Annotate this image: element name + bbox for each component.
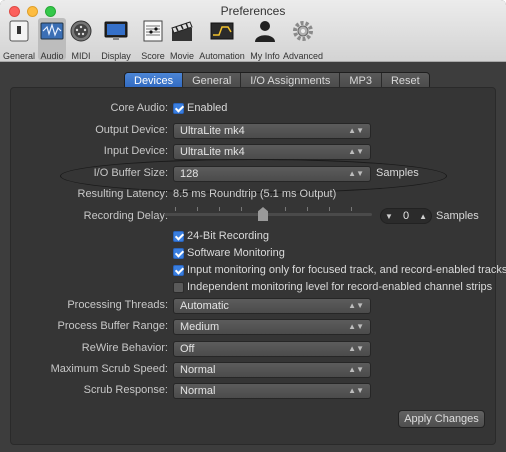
window-title: Preferences <box>220 4 286 18</box>
toolbar-item-display[interactable]: Display <box>96 18 136 61</box>
output-device-label: Output Device: <box>95 124 168 136</box>
recording-delay-slider[interactable] <box>164 213 372 216</box>
latency-value: 8.5 ms Roundtrip (5.1 ms Output) <box>173 188 337 200</box>
toolbar-item-automation[interactable]: Automation <box>196 18 248 61</box>
preferences-window: Preferences General Audio MIDI Display S… <box>0 0 506 452</box>
popup-arrows-icon: ▲▼ <box>348 126 364 135</box>
toolbar-label: MIDI <box>71 51 91 61</box>
popup-arrows-icon: ▲▼ <box>348 344 364 353</box>
popup-arrows-icon: ▲▼ <box>348 169 364 178</box>
core-audio-checkbox[interactable] <box>173 103 184 114</box>
independent-monitoring-label: Independent monitoring level for record-… <box>187 281 493 293</box>
display-icon <box>104 21 128 40</box>
slider-tick <box>175 207 176 211</box>
my-info-icon <box>255 21 275 42</box>
process-buffer-label: Process Buffer Range: <box>57 320 168 332</box>
toolbar-item-midi[interactable]: MIDI <box>68 18 94 61</box>
input-device-value: UltraLite mk4 <box>180 146 245 158</box>
processing-threads-value: Automatic <box>180 300 229 312</box>
scrub-response-value: Normal <box>180 385 216 397</box>
slider-tick <box>285 207 286 211</box>
max-scrub-value: Normal <box>180 364 216 376</box>
toolbar-item-advanced[interactable]: Advanced <box>282 18 324 61</box>
toolbar-label: Audio <box>40 51 64 61</box>
toolbar-label: Advanced <box>282 51 324 61</box>
automation-icon <box>210 22 234 40</box>
slider-tick <box>329 207 330 211</box>
buffer-size-label: I/O Buffer Size: <box>93 167 168 179</box>
input-monitoring-label: Input monitoring only for focused track,… <box>187 264 506 276</box>
input-device-label: Input Device: <box>103 145 168 157</box>
input-device-popup[interactable]: UltraLite mk4 ▲▼ <box>173 144 371 160</box>
24-bit-recording-checkbox[interactable] <box>173 231 184 242</box>
buffer-size-unit: Samples <box>376 167 419 179</box>
processing-threads-popup[interactable]: Automatic ▲▼ <box>173 298 371 314</box>
slider-tick <box>307 207 308 211</box>
scrub-response-label: Scrub Response: <box>83 384 168 396</box>
toolbar-item-audio[interactable]: Audio <box>38 18 66 61</box>
process-buffer-value: Medium <box>180 321 220 333</box>
independent-monitoring-checkbox[interactable] <box>173 282 184 293</box>
max-scrub-popup[interactable]: Normal ▲▼ <box>173 362 371 378</box>
buffer-size-value: 128 <box>180 168 199 180</box>
max-scrub-label: Maximum Scrub Speed: <box>50 363 168 375</box>
toolbar-item-movie[interactable]: Movie <box>168 18 196 61</box>
popup-arrows-icon: ▲▼ <box>348 386 364 395</box>
rewire-popup[interactable]: Off ▲▼ <box>173 341 371 357</box>
popup-arrows-icon: ▲▼ <box>348 365 364 374</box>
recording-delay-label: Recording Delay: <box>83 210 168 222</box>
core-audio-label: Core Audio: <box>110 102 168 114</box>
toolbar-label: Automation <box>199 51 245 61</box>
slider-tick <box>219 207 220 211</box>
buffer-size-popup[interactable]: 128 ▲▼ <box>173 166 371 182</box>
processing-threads-label: Processing Threads: <box>67 299 168 311</box>
preferences-content: Devices General I/O Assignments MP3 Rese… <box>0 62 506 452</box>
toolbar-item-score[interactable]: Score <box>138 18 168 61</box>
scrub-response-popup[interactable]: Normal ▲▼ <box>173 383 371 399</box>
movie-icon <box>171 21 193 41</box>
process-buffer-popup[interactable]: Medium ▲▼ <box>173 319 371 335</box>
popup-arrows-icon: ▲▼ <box>348 322 364 331</box>
slider-tick <box>351 207 352 211</box>
toolbar-label: Score <box>141 51 165 61</box>
toolbar-item-general[interactable]: General <box>2 18 36 61</box>
software-monitoring-checkbox[interactable] <box>173 248 184 259</box>
software-monitoring-label: Software Monitoring <box>187 247 285 259</box>
toolbar-label: Display <box>101 51 131 61</box>
toolbar-label: My Info <box>250 51 280 61</box>
rewire-value: Off <box>180 343 195 355</box>
popup-arrows-icon: ▲▼ <box>348 301 364 310</box>
popup-arrows-icon: ▲▼ <box>348 147 364 156</box>
output-device-popup[interactable]: UltraLite mk4 ▲▼ <box>173 123 371 139</box>
audio-icon <box>40 22 64 40</box>
latency-label: Resulting Latency: <box>77 188 169 200</box>
slider-tick <box>197 207 198 211</box>
slider-tick <box>241 207 242 211</box>
core-audio-value: Enabled <box>187 102 228 114</box>
recording-delay-unit: Samples <box>436 210 479 222</box>
apply-changes-button[interactable]: Apply Changes <box>398 410 485 428</box>
input-monitoring-checkbox[interactable] <box>173 265 184 276</box>
toolbar-label: General <box>2 51 36 61</box>
output-device-value: UltraLite mk4 <box>180 125 245 137</box>
recording-delay-stepper[interactable]: ▼ 0 ▲ <box>380 208 432 224</box>
stepper-up-icon[interactable]: ▲ <box>419 212 427 221</box>
rewire-label: ReWire Behavior: <box>81 342 168 354</box>
score-icon <box>143 20 163 42</box>
24-bit-recording-label: 24-Bit Recording <box>187 230 269 242</box>
toolbar-item-my-info[interactable]: My Info <box>248 18 282 61</box>
title-bar: Preferences General Audio MIDI Display S… <box>0 0 506 62</box>
advanced-icon <box>293 21 313 41</box>
toolbar-label: Movie <box>169 51 194 61</box>
midi-icon <box>70 20 92 42</box>
general-icon <box>9 20 29 42</box>
